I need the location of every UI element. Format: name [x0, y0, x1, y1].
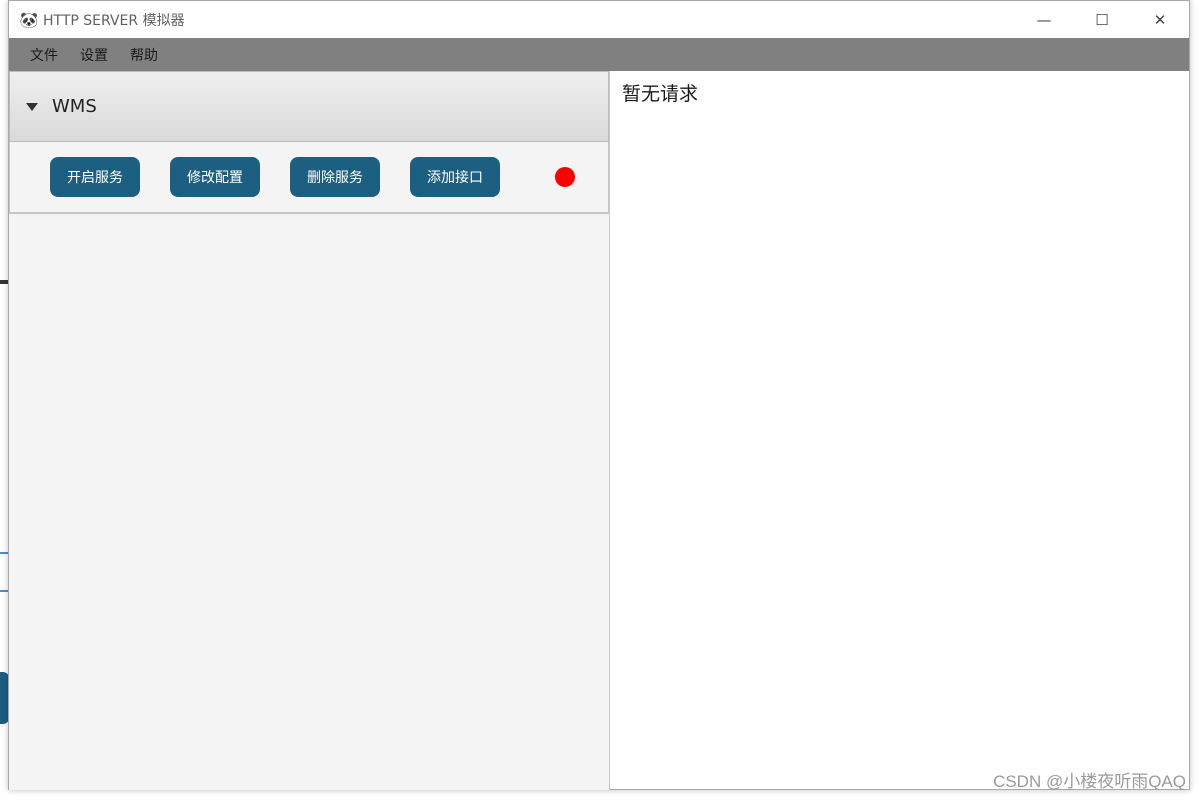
service-name: WMS [52, 96, 97, 117]
empty-requests-message: 暂无请求 [622, 83, 699, 105]
start-service-button[interactable]: 开启服务 [50, 157, 140, 197]
close-button[interactable]: ✕ [1131, 1, 1189, 38]
menu-help[interactable]: 帮助 [119, 45, 169, 65]
window-title: HTTP SERVER 模拟器 [43, 12, 185, 29]
service-panel-body: 开启服务 修改配置 删除服务 添加接口 [9, 142, 609, 214]
menu-bar: 文件 设置 帮助 [9, 38, 1189, 71]
service-panel-header[interactable]: WMS [9, 71, 609, 142]
expand-arrow-icon[interactable] [26, 102, 38, 111]
title-bar[interactable]: 🐼 HTTP SERVER 模拟器 — ☐ ✕ [9, 1, 1189, 38]
services-pane: WMS 开启服务 修改配置 删除服务 添加接口 [9, 71, 610, 790]
menu-settings[interactable]: 设置 [69, 45, 119, 65]
service-status-indicator [555, 167, 575, 187]
edit-config-button[interactable]: 修改配置 [170, 157, 260, 197]
maximize-button[interactable]: ☐ [1073, 1, 1131, 38]
minimize-button[interactable]: — [1015, 1, 1073, 38]
requests-pane: 暂无请求 [610, 71, 1189, 789]
panda-icon: 🐼 [19, 10, 39, 29]
window-controls: — ☐ ✕ [1015, 1, 1189, 38]
watermark: CSDN @小楼夜听雨QAQ [993, 772, 1186, 791]
add-interface-button[interactable]: 添加接口 [410, 157, 500, 197]
app-window: 🐼 HTTP SERVER 模拟器 — ☐ ✕ 文件 设置 帮助 WMS 开启服… [8, 0, 1190, 790]
menu-file[interactable]: 文件 [19, 45, 69, 65]
delete-service-button[interactable]: 删除服务 [290, 157, 380, 197]
